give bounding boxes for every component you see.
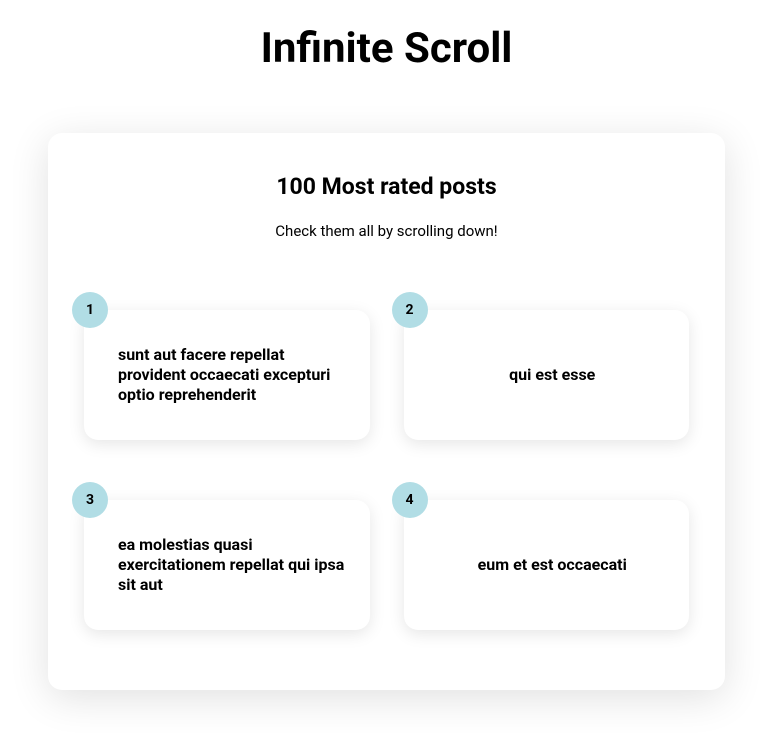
post-number-badge: 2 (392, 292, 428, 328)
post-title: ea molestias quasi exercitationem repell… (118, 535, 348, 595)
post-title: eum et est occaecati (438, 555, 668, 575)
post-title: qui est esse (438, 365, 668, 385)
post-title: sunt aut facere repellat provident occae… (118, 345, 348, 405)
post-number-badge: 4 (392, 482, 428, 518)
section-title: 100 Most rated posts (84, 173, 689, 200)
posts-grid[interactable]: 1 sunt aut facere repellat provident occ… (84, 310, 689, 630)
post-number-badge: 1 (72, 292, 108, 328)
post-item[interactable]: 1 sunt aut facere repellat provident occ… (84, 310, 370, 440)
page-title: Infinite Scroll (0, 0, 773, 133)
post-number-badge: 3 (72, 482, 108, 518)
posts-card: 100 Most rated posts Check them all by s… (48, 133, 725, 690)
section-subtitle: Check them all by scrolling down! (84, 222, 689, 240)
post-item[interactable]: 4 eum et est occaecati (404, 500, 690, 630)
post-item[interactable]: 2 qui est esse (404, 310, 690, 440)
post-item[interactable]: 3 ea molestias quasi exercitationem repe… (84, 500, 370, 630)
